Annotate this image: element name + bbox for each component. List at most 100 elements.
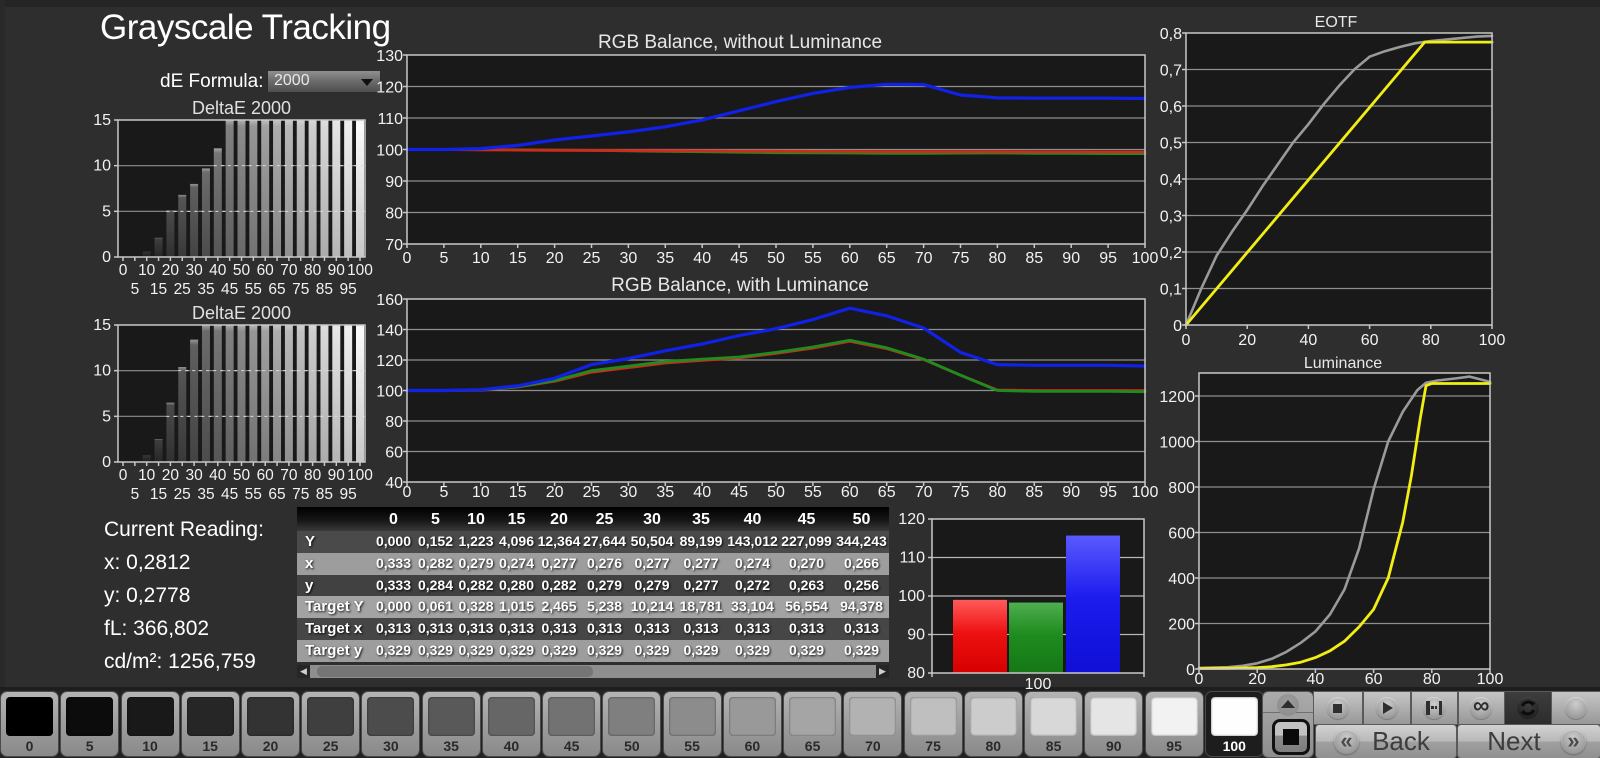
svg-text:30: 30 <box>185 262 203 279</box>
svg-text:35: 35 <box>197 281 214 298</box>
svg-text:100: 100 <box>1479 332 1506 349</box>
svg-text:0: 0 <box>403 250 412 267</box>
svg-text:20: 20 <box>546 484 564 501</box>
svg-text:25: 25 <box>583 484 601 501</box>
svg-text:30: 30 <box>185 467 203 484</box>
svg-text:65: 65 <box>878 484 896 501</box>
svg-text:Luminance: Luminance <box>1304 355 1382 372</box>
svg-text:80: 80 <box>1423 671 1441 688</box>
svg-text:10: 10 <box>472 250 490 267</box>
svg-text:15: 15 <box>150 486 167 503</box>
svg-text:70: 70 <box>915 484 933 501</box>
svg-text:90: 90 <box>907 627 925 644</box>
svg-text:40: 40 <box>693 484 711 501</box>
svg-text:60: 60 <box>841 250 859 267</box>
svg-text:15: 15 <box>509 250 527 267</box>
svg-text:75: 75 <box>952 250 970 267</box>
svg-text:20: 20 <box>1238 332 1256 349</box>
svg-text:120: 120 <box>376 353 403 370</box>
svg-text:25: 25 <box>174 281 191 298</box>
svg-text:30: 30 <box>620 484 638 501</box>
svg-text:80: 80 <box>989 250 1007 267</box>
svg-text:5: 5 <box>102 408 111 425</box>
svg-text:50: 50 <box>233 467 251 484</box>
svg-text:95: 95 <box>1099 250 1117 267</box>
svg-text:70: 70 <box>385 237 403 254</box>
svg-text:40: 40 <box>209 467 227 484</box>
svg-text:60: 60 <box>257 262 275 279</box>
svg-text:70: 70 <box>280 262 298 279</box>
svg-text:65: 65 <box>878 250 896 267</box>
svg-text:EOTF: EOTF <box>1315 14 1358 31</box>
svg-text:RGB Balance, with Luminance: RGB Balance, with Luminance <box>611 275 869 296</box>
svg-text:80: 80 <box>385 206 403 223</box>
svg-text:160: 160 <box>376 292 403 309</box>
svg-text:0: 0 <box>1182 332 1191 349</box>
svg-text:15: 15 <box>150 281 167 298</box>
svg-text:70: 70 <box>280 467 298 484</box>
svg-text:800: 800 <box>1168 480 1195 497</box>
svg-text:75: 75 <box>952 484 970 501</box>
svg-text:120: 120 <box>898 511 925 528</box>
svg-text:0,5: 0,5 <box>1160 136 1182 153</box>
svg-text:55: 55 <box>804 484 822 501</box>
svg-text:80: 80 <box>1422 332 1440 349</box>
svg-text:0,7: 0,7 <box>1160 63 1182 80</box>
svg-text:85: 85 <box>1025 250 1043 267</box>
svg-text:20: 20 <box>546 250 564 267</box>
svg-text:40: 40 <box>385 475 403 492</box>
svg-text:80: 80 <box>304 262 322 279</box>
svg-text:0,2: 0,2 <box>1160 245 1182 262</box>
svg-text:0,3: 0,3 <box>1160 209 1182 226</box>
svg-text:55: 55 <box>804 250 822 267</box>
svg-text:80: 80 <box>304 467 322 484</box>
svg-text:50: 50 <box>767 484 785 501</box>
svg-text:55: 55 <box>245 486 262 503</box>
svg-text:15: 15 <box>93 317 111 334</box>
svg-text:35: 35 <box>656 484 674 501</box>
svg-text:0: 0 <box>119 467 128 484</box>
svg-text:0,6: 0,6 <box>1160 99 1182 116</box>
svg-text:110: 110 <box>377 111 403 128</box>
svg-text:DeltaE 2000: DeltaE 2000 <box>192 98 291 118</box>
svg-text:10: 10 <box>472 484 490 501</box>
svg-text:25: 25 <box>583 250 601 267</box>
svg-text:5: 5 <box>439 250 448 267</box>
svg-text:90: 90 <box>1062 250 1080 267</box>
svg-text:85: 85 <box>316 486 333 503</box>
svg-text:40: 40 <box>209 262 227 279</box>
svg-text:20: 20 <box>1248 671 1266 688</box>
svg-text:100: 100 <box>898 588 925 605</box>
svg-text:100: 100 <box>1025 676 1052 693</box>
svg-text:10: 10 <box>93 363 111 380</box>
svg-text:85: 85 <box>1025 484 1043 501</box>
svg-text:80: 80 <box>907 665 925 682</box>
svg-text:95: 95 <box>1099 484 1117 501</box>
svg-text:55: 55 <box>245 281 262 298</box>
svg-text:130: 130 <box>376 48 403 65</box>
svg-text:45: 45 <box>730 250 748 267</box>
svg-text:110: 110 <box>899 550 925 567</box>
svg-text:0: 0 <box>102 249 111 266</box>
svg-text:0: 0 <box>1195 671 1204 688</box>
svg-text:10: 10 <box>93 158 111 175</box>
svg-text:35: 35 <box>197 486 214 503</box>
svg-text:1200: 1200 <box>1159 389 1195 406</box>
svg-text:0,8: 0,8 <box>1160 26 1182 43</box>
svg-text:90: 90 <box>328 467 346 484</box>
svg-text:70: 70 <box>915 250 933 267</box>
svg-text:0: 0 <box>119 262 128 279</box>
svg-text:90: 90 <box>1062 484 1080 501</box>
svg-text:140: 140 <box>376 323 403 340</box>
svg-text:60: 60 <box>1361 332 1379 349</box>
svg-text:200: 200 <box>1168 617 1195 634</box>
svg-text:5: 5 <box>131 486 140 503</box>
svg-text:5: 5 <box>439 484 448 501</box>
svg-text:400: 400 <box>1168 571 1195 588</box>
svg-text:0: 0 <box>102 454 111 471</box>
svg-text:85: 85 <box>316 281 333 298</box>
svg-text:50: 50 <box>233 262 251 279</box>
svg-text:5: 5 <box>102 203 111 220</box>
svg-text:15: 15 <box>93 112 111 129</box>
svg-text:30: 30 <box>620 250 638 267</box>
